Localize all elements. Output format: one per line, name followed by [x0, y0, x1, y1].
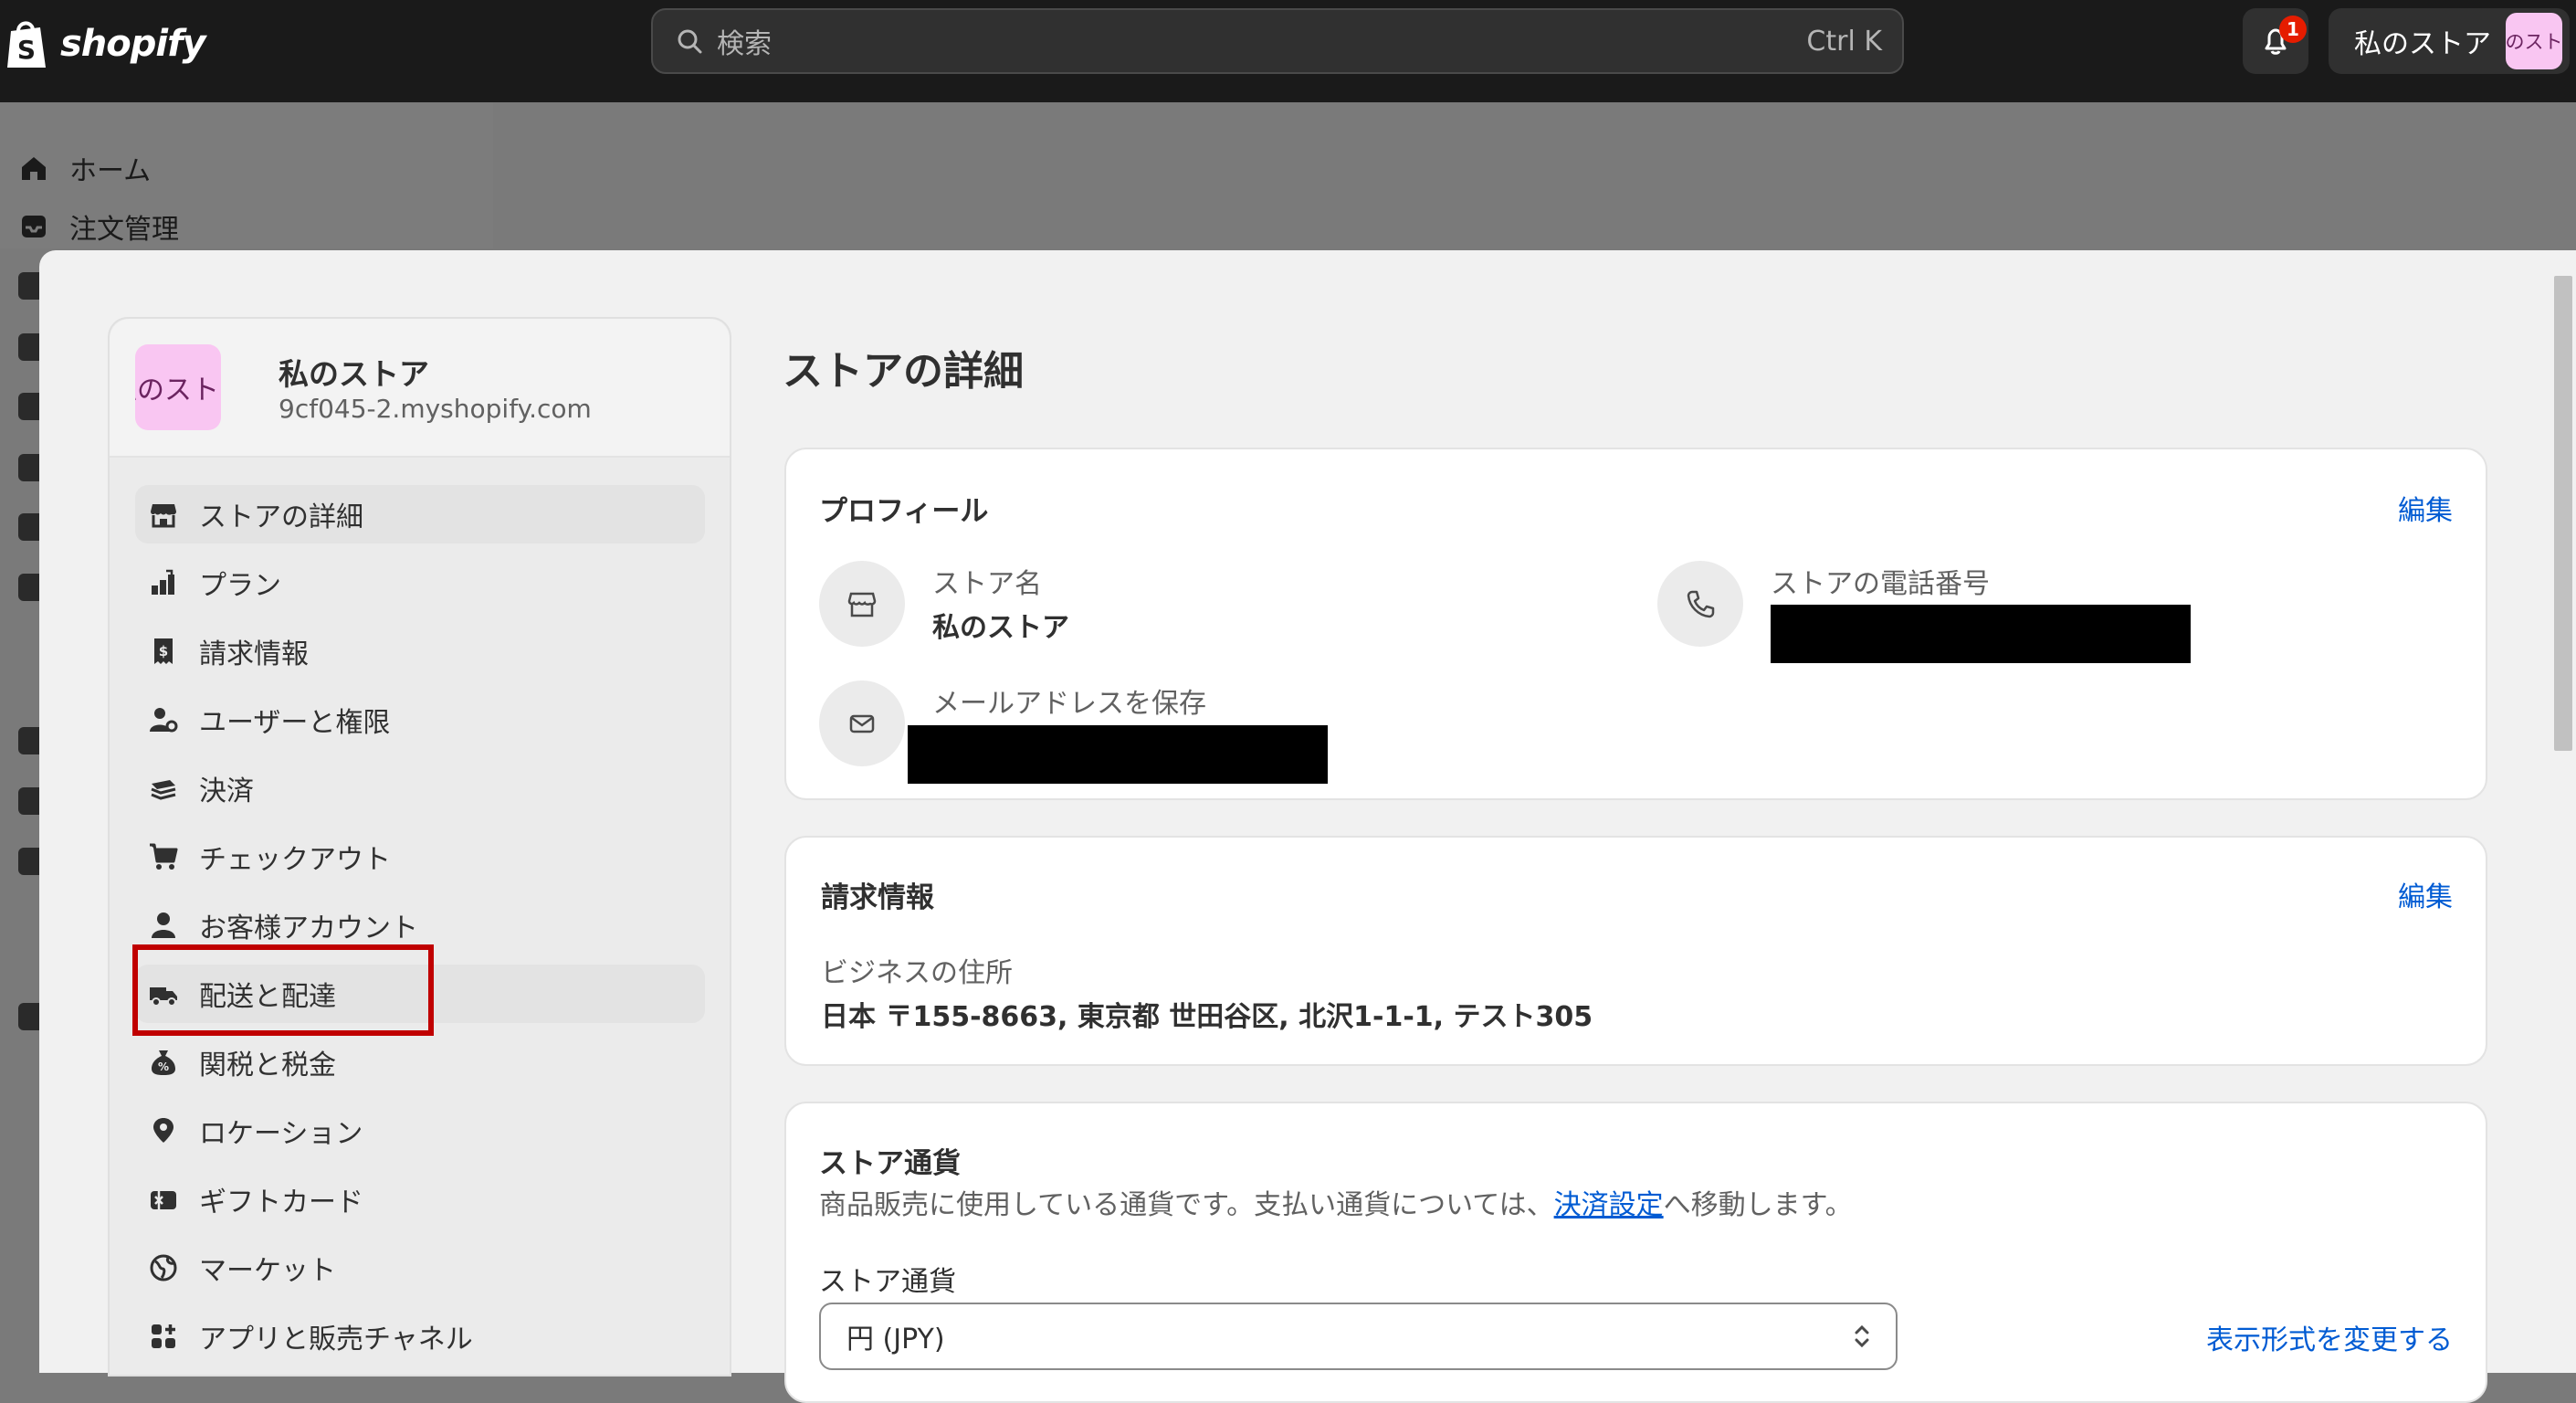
- top-bar: S shopify 検索 Ctrl K 1 私のストア 私のストア: [0, 0, 2576, 102]
- billing-edit-link[interactable]: 編集: [2398, 874, 2453, 914]
- store-currency-description: 商品販売に使用している通貨です。支払い通貨については、決済設定へ移動します。: [819, 1182, 1853, 1222]
- phone-icon-circle: [1657, 561, 1743, 647]
- settings-nav-label: ユーザーと権限: [199, 707, 391, 739]
- cart-icon: [150, 843, 178, 870]
- payment-settings-link[interactable]: 決済設定: [1554, 1189, 1664, 1221]
- store-menu-label: 私のストア: [2354, 28, 2491, 60]
- settings-nav-label: ストアの詳細: [199, 501, 363, 533]
- store-icon: [847, 592, 877, 617]
- store-currency-selected: 円 (JPY): [846, 1324, 945, 1356]
- store-avatar: 私のストア: [135, 344, 221, 430]
- globe-icon: [150, 1254, 177, 1282]
- store-currency-card: ストア通貨 商品販売に使用している通貨です。支払い通貨については、決済設定へ移動…: [784, 1102, 2487, 1403]
- apps-icon: [152, 1324, 175, 1348]
- store-currency-select[interactable]: 円 (JPY): [819, 1303, 1898, 1370]
- shopify-logo[interactable]: S shopify: [4, 16, 206, 71]
- billing-card-title: 請求情報: [821, 881, 934, 914]
- store-icon: [151, 504, 176, 528]
- mail-icon: [849, 714, 875, 733]
- settings-nav-payments[interactable]: 決済: [135, 759, 705, 818]
- search-placeholder: 検索: [717, 28, 772, 60]
- email-redacted: [908, 725, 1328, 784]
- svg-text:%: %: [158, 1060, 169, 1073]
- chevron-up-down-icon: [1855, 1324, 1869, 1348]
- settings-nav-label: マーケット: [199, 1255, 336, 1287]
- home-icon: [22, 157, 46, 180]
- settings-nav-billing[interactable]: $ 請求情報: [135, 622, 705, 680]
- settings-nav-markets[interactable]: マーケット: [135, 1239, 705, 1297]
- billing-card: 請求情報 編集 ビジネスの住所 日本 〒155-8663, 東京都 世田谷区, …: [784, 836, 2487, 1066]
- location-icon: [153, 1118, 173, 1143]
- store-avatar: 私のストア: [2506, 13, 2562, 69]
- svg-text:$: $: [159, 643, 168, 659]
- settings-nav-label: お客様アカウント: [199, 912, 418, 944]
- phone-label: ストアの電話番号: [1771, 568, 1990, 600]
- email-label: メールアドレスを保存: [932, 688, 1206, 720]
- settings-nav-duties-taxes[interactable]: % 関税と税金: [135, 1033, 705, 1092]
- gift-card-icon: [151, 1191, 176, 1209]
- admin-nav-orders[interactable]: 注文管理: [18, 206, 179, 247]
- admin-nav-label: 注文管理: [69, 214, 179, 246]
- store-name-icon-circle: [819, 561, 905, 647]
- store-menu-button[interactable]: 私のストア 私のストア: [2329, 8, 2570, 74]
- search-icon: [678, 29, 702, 54]
- payment-icon: [151, 780, 176, 800]
- settings-navigation: 私のストア 私のストア 9cf045-2.myshopify.com ストアの詳…: [108, 317, 731, 1377]
- search-shortcut: Ctrl K: [1806, 25, 1882, 58]
- description-text: へ移動します。: [1663, 1189, 1853, 1221]
- settings-nav-checkout[interactable]: チェックアウト: [135, 828, 705, 886]
- scrollbar-thumb[interactable]: [2554, 276, 2572, 751]
- users-icon: [150, 708, 178, 733]
- inbox-icon: [22, 216, 46, 237]
- settings-nav-label: プラン: [199, 570, 281, 602]
- phone-icon: [1687, 590, 1715, 618]
- settings-store-header: 私のストア 私のストア 9cf045-2.myshopify.com: [110, 319, 730, 458]
- settings-nav-store-details[interactable]: ストアの詳細: [135, 485, 705, 543]
- annotation-highlight-box: [132, 944, 434, 1036]
- settings-nav-label: 関税と税金: [199, 1050, 336, 1081]
- settings-nav-label: 決済: [199, 775, 254, 807]
- settings-nav-label: チェックアウト: [199, 844, 391, 876]
- receipt-icon: $: [154, 638, 173, 664]
- profile-edit-link[interactable]: 編集: [2398, 488, 2453, 528]
- settings-nav-locations[interactable]: ロケーション: [135, 1102, 705, 1160]
- store-currency-field-label: ストア通貨: [819, 1266, 956, 1298]
- settings-nav-label: アプリと販売チャネル: [199, 1324, 473, 1356]
- settings-nav-label: ロケーション: [199, 1118, 363, 1150]
- admin-nav-home[interactable]: ホーム: [18, 148, 151, 188]
- settings-store-name: 私のストア: [279, 356, 429, 392]
- notifications-button[interactable]: 1: [2243, 8, 2308, 74]
- settings-nav-users[interactable]: ユーザーと権限: [135, 691, 705, 749]
- settings-nav-label: 請求情報: [199, 638, 309, 670]
- settings-store-domain: 9cf045-2.myshopify.com: [279, 394, 592, 424]
- settings-nav-plan[interactable]: プラン: [135, 554, 705, 612]
- store-name-label: ストア名: [932, 568, 1042, 600]
- change-format-link[interactable]: 表示形式を変更する: [2206, 1317, 2453, 1357]
- store-currency-title: ストア通貨: [819, 1147, 961, 1180]
- admin-nav-label: ホーム: [69, 155, 152, 187]
- phone-redacted: [1771, 605, 2191, 663]
- email-icon-circle: [819, 680, 905, 766]
- tax-icon: %: [152, 1050, 175, 1075]
- settings-nav-label: ギフトカード: [199, 1187, 363, 1218]
- profile-card-title: プロフィール: [819, 495, 989, 528]
- svg-text:S: S: [17, 35, 36, 65]
- notification-badge: 1: [2279, 16, 2307, 43]
- search-bar[interactable]: 検索 Ctrl K: [651, 8, 1904, 74]
- profile-card: プロフィール 編集 ストア名 私のストア ストアの電話番号 メールアドレスを保存: [784, 448, 2487, 800]
- shopify-bag-icon: S: [7, 21, 46, 68]
- page-title: ストアの詳細: [783, 348, 1024, 395]
- person-icon: [152, 912, 175, 938]
- store-name-value: 私のストア: [932, 612, 1069, 644]
- brand-name: shopify: [60, 23, 206, 65]
- business-address-value: 日本 〒155-8663, 東京都 世田谷区, 北沢1-1-1, テスト305: [821, 1001, 1593, 1033]
- settings-nav-apps[interactable]: アプリと販売チャネル: [135, 1307, 705, 1366]
- modal-scrollbar[interactable]: [2550, 250, 2576, 1373]
- description-text: 商品販売に使用している通貨です。支払い通貨については、: [819, 1189, 1554, 1221]
- business-address-label: ビジネスの住所: [821, 957, 1013, 989]
- settings-nav-gift-cards[interactable]: ギフトカード: [135, 1170, 705, 1229]
- plan-icon: [152, 569, 174, 595]
